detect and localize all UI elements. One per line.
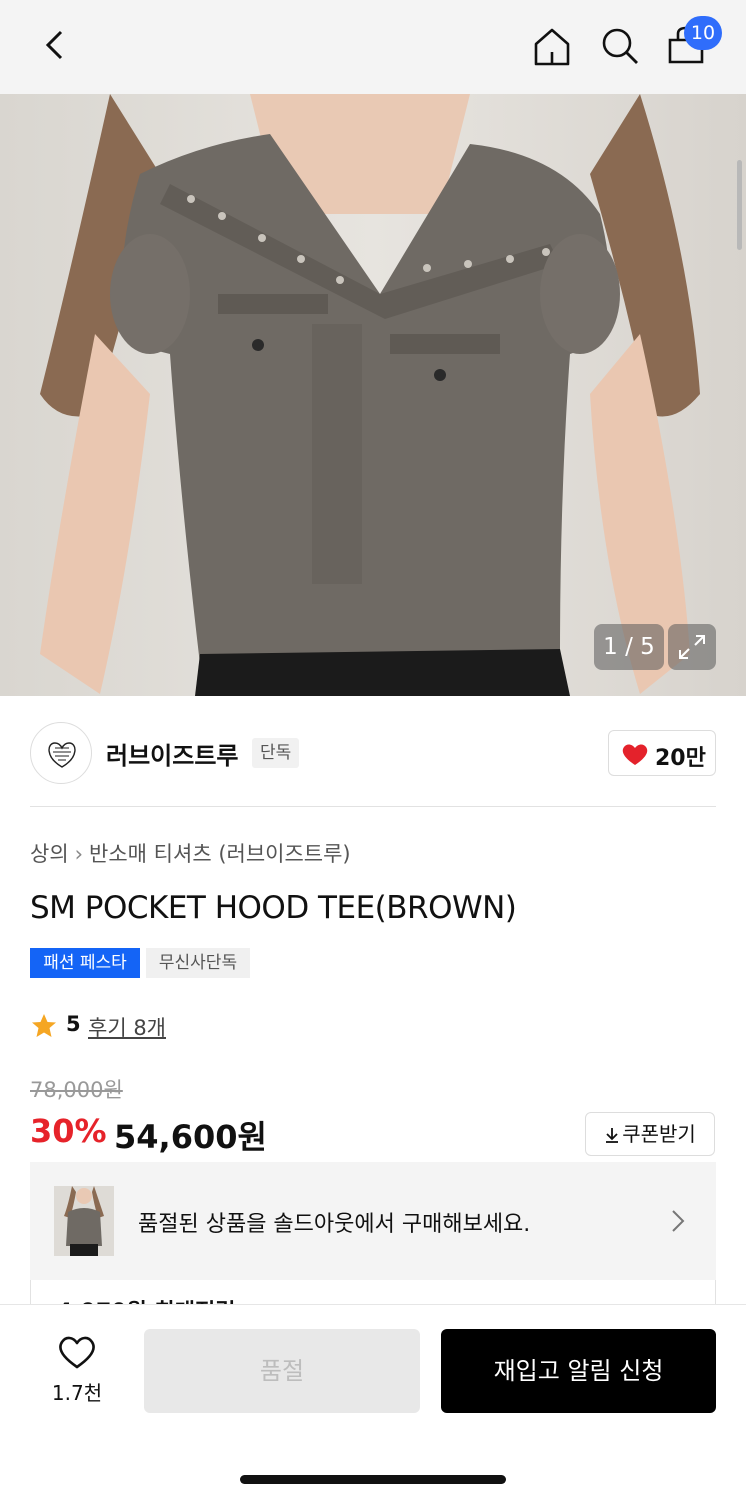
- search-icon: [602, 28, 638, 64]
- cart-count-badge: 10: [684, 16, 722, 50]
- soldout-notice-card[interactable]: 품절된 상품을 솔드아웃에서 구매해보세요.: [30, 1162, 716, 1280]
- search-button[interactable]: [598, 22, 642, 68]
- get-coupon-button[interactable]: 쿠폰받기: [585, 1112, 715, 1156]
- wishlist-count: 1.7천: [51, 1381, 103, 1405]
- product-image-gallery[interactable]: [0, 94, 746, 696]
- bottom-action-bar: 1.7천 품절 재입고 알림 신청: [0, 1304, 746, 1500]
- coupon-label: 쿠폰받기: [622, 1122, 696, 1146]
- expand-icon: [679, 635, 705, 659]
- original-price: 78,000원: [30, 1078, 123, 1102]
- brand-like-count: 20만: [655, 746, 706, 771]
- breadcrumb-subcategory[interactable]: 반소매 티셔츠 (러브이즈트루): [89, 842, 351, 866]
- brand-like-button[interactable]: 20만: [608, 730, 716, 776]
- top-nav-bar: 10: [0, 0, 746, 94]
- rating-value: 5: [66, 1012, 81, 1036]
- back-button[interactable]: [34, 22, 78, 66]
- scrollbar[interactable]: [737, 160, 742, 250]
- home-icon: [534, 28, 570, 66]
- breadcrumb-category[interactable]: 상의: [30, 842, 69, 866]
- discount-rate: 30%: [30, 1112, 107, 1150]
- exclusive-tag: 단독: [252, 738, 300, 768]
- product-photo: [40, 94, 700, 696]
- image-page-indicator: 1 / 5: [594, 624, 664, 670]
- home-indicator: [240, 1475, 506, 1484]
- section-divider: [30, 806, 716, 807]
- home-button[interactable]: [530, 22, 574, 68]
- product-title: SM POCKET HOOD TEE(BROWN): [30, 890, 517, 926]
- brand-name[interactable]: 러브이즈트루: [106, 736, 238, 771]
- product-thumbnail: [54, 1186, 114, 1256]
- wishlist-button[interactable]: 1.7천: [34, 1331, 120, 1411]
- musinsa-exclusive-badge: 무신사단독: [146, 948, 250, 978]
- star-icon: [32, 1014, 56, 1037]
- chevron-right-icon: ›: [74, 842, 84, 866]
- heart-logo-icon: [48, 742, 76, 768]
- breadcrumb: 상의 › 반소매 티셔츠 (러브이즈트루): [30, 838, 351, 868]
- expand-image-button[interactable]: [668, 624, 716, 670]
- restock-alert-button[interactable]: 재입고 알림 신청: [441, 1329, 716, 1413]
- brand-row[interactable]: 러브이즈트루 단독 20만: [30, 722, 716, 784]
- soldout-notice-text: 품절된 상품을 솔드아웃에서 구매해보세요.: [138, 1212, 531, 1237]
- back-arrow-icon: [45, 30, 63, 60]
- heart-outline-icon: [59, 1336, 95, 1369]
- heart-icon: [622, 744, 648, 765]
- soldout-button: 품절: [144, 1329, 420, 1413]
- review-count-link[interactable]: 후기 8개: [88, 1012, 166, 1042]
- chevron-right-icon: [672, 1210, 685, 1232]
- fashion-festa-badge[interactable]: 패션 페스타: [30, 948, 140, 978]
- brand-logo[interactable]: [30, 722, 92, 784]
- sale-price: 54,600원: [114, 1118, 267, 1156]
- download-icon: [606, 1128, 619, 1143]
